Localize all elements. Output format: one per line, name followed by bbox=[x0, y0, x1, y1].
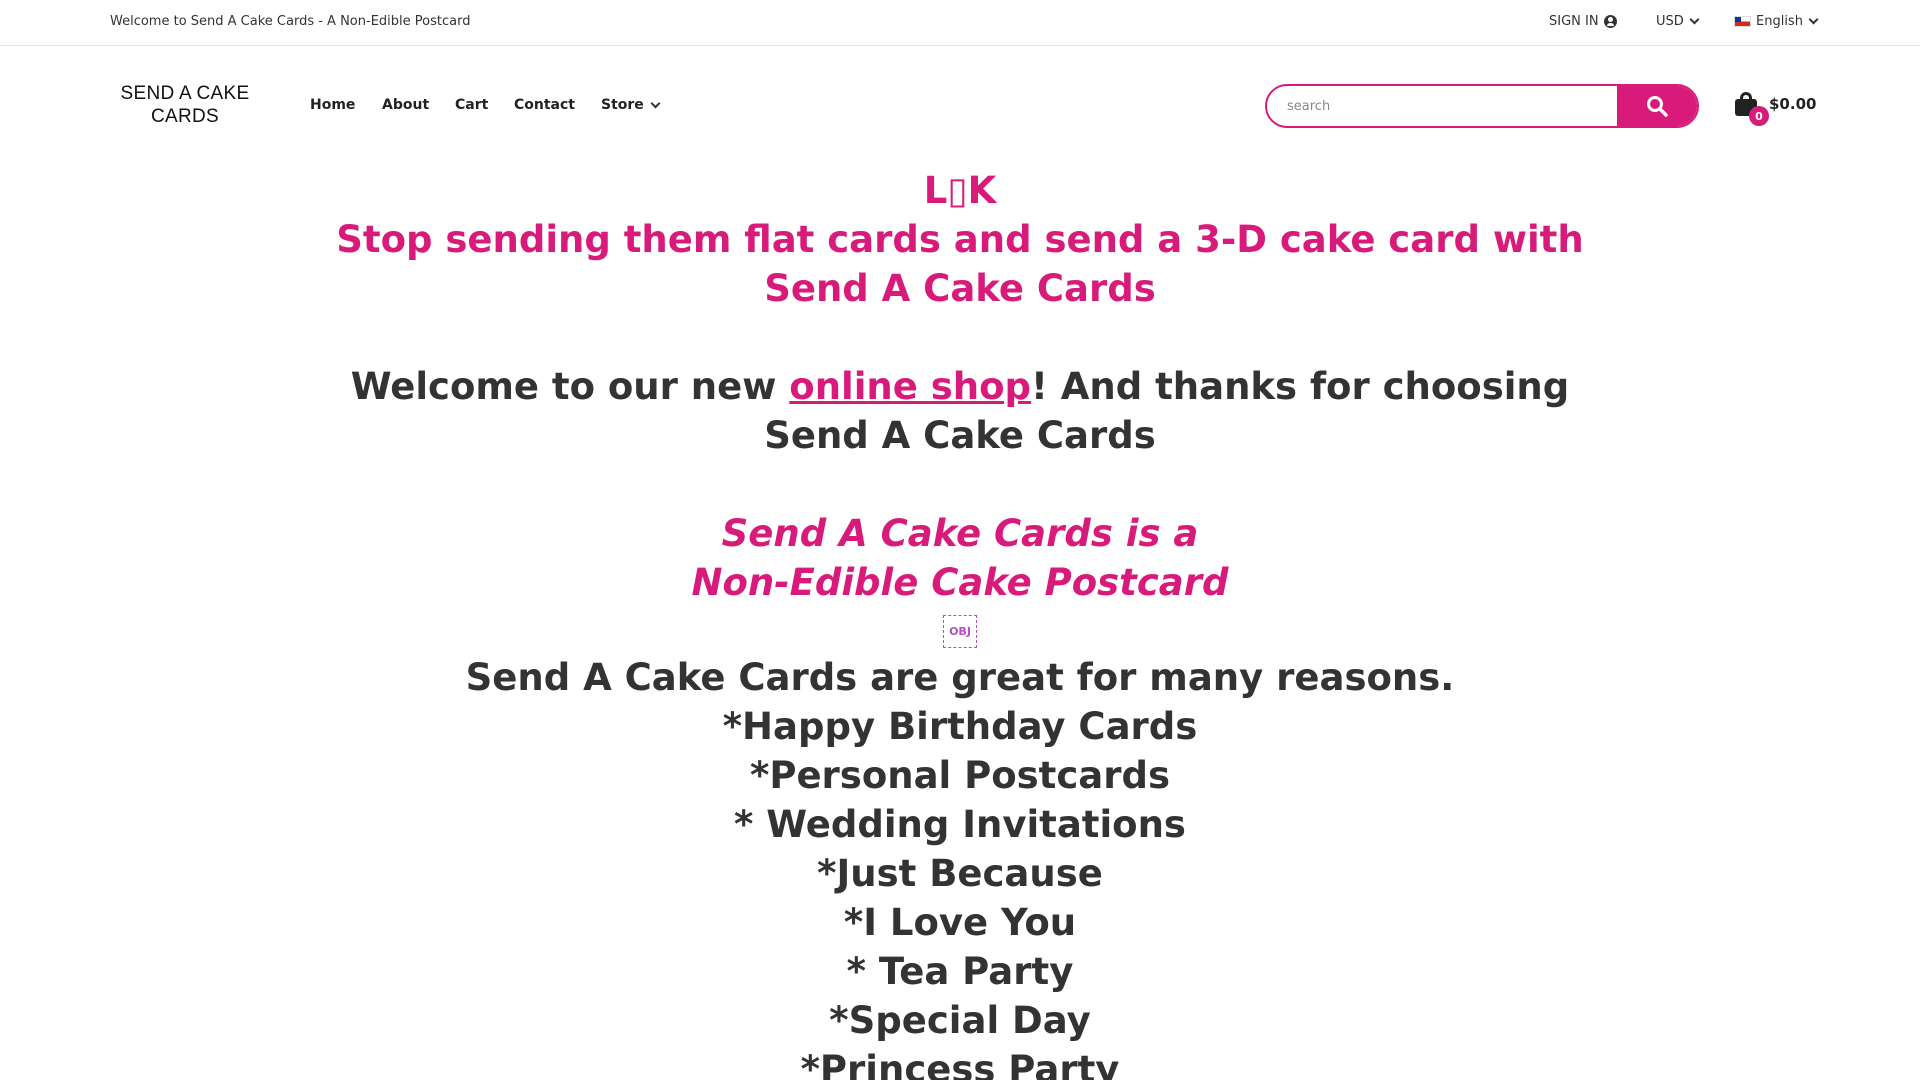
reason-item: * Wedding Invitations bbox=[734, 803, 1186, 846]
search-icon bbox=[1647, 96, 1668, 117]
look-heading: L▯K bbox=[923, 169, 997, 212]
chevron-down-icon bbox=[1689, 14, 1700, 25]
nav-contact[interactable]: Contact bbox=[514, 97, 575, 113]
sign-in-label: SIGN IN bbox=[1549, 14, 1599, 29]
welcome-line-1: Welcome to our new online shop! And than… bbox=[0, 362, 1920, 411]
logo-line-1: SEND A CAKE bbox=[120, 83, 250, 104]
cart-total: $0.00 bbox=[1769, 95, 1817, 113]
chevron-down-icon bbox=[650, 98, 661, 108]
search-input[interactable] bbox=[1267, 86, 1617, 126]
chevron-down-icon bbox=[1808, 14, 1819, 25]
online-shop-link[interactable]: online shop bbox=[789, 365, 1031, 408]
reason-item: *Special Day bbox=[829, 999, 1091, 1042]
reason-item: *I Love You bbox=[843, 901, 1077, 944]
shopping-bag-icon: 0 bbox=[1735, 92, 1769, 126]
user-icon bbox=[1603, 15, 1617, 28]
nav-home[interactable]: Home bbox=[310, 97, 355, 113]
nav-about[interactable]: About bbox=[382, 97, 429, 113]
nav-cart[interactable]: Cart bbox=[455, 97, 488, 113]
currency-selector[interactable]: USD bbox=[1656, 14, 1700, 29]
mini-cart[interactable]: 0 $0.00 bbox=[1735, 92, 1817, 126]
language-selector[interactable]: English bbox=[1734, 14, 1819, 29]
reason-item: *Princess Party bbox=[800, 1048, 1120, 1080]
top-bar: Welcome to Send A Cake Cards - A Non-Edi… bbox=[0, 0, 1920, 46]
currency-label: USD bbox=[1656, 14, 1684, 29]
welcome-text-post: ! And thanks for choosing bbox=[1031, 365, 1570, 408]
welcome-text-pre: Welcome to our new bbox=[350, 365, 790, 408]
reason-item: * Tea Party bbox=[846, 950, 1074, 993]
welcome-message: Welcome to Send A Cake Cards - A Non-Edi… bbox=[110, 14, 471, 29]
is-a-line-2: Non-Edible Cake Postcard bbox=[691, 561, 1229, 604]
flag-icon bbox=[1734, 16, 1751, 27]
reasons-title: Send A Cake Cards are great for many rea… bbox=[465, 656, 1455, 699]
reason-item: *Just Because bbox=[817, 852, 1103, 895]
logo-line-2: CARDS bbox=[150, 106, 219, 127]
reason-item: *Happy Birthday Cards bbox=[722, 705, 1198, 748]
main-content: L▯K Stop sending them flat cards and sen… bbox=[0, 166, 1920, 1080]
search-button[interactable] bbox=[1617, 86, 1697, 126]
tagline-line-2: Send A Cake Cards bbox=[764, 267, 1156, 310]
embedded-object-placeholder: OBJ bbox=[943, 615, 977, 648]
reason-item: *Personal Postcards bbox=[749, 754, 1171, 797]
cart-count-badge: 0 bbox=[1749, 106, 1769, 126]
welcome-line-2: Send A Cake Cards bbox=[764, 414, 1156, 457]
search-bar bbox=[1265, 84, 1699, 128]
tagline-line-1: Stop sending them flat cards and send a … bbox=[336, 218, 1584, 261]
is-a-line-1: Send A Cake Cards is a bbox=[721, 512, 1199, 555]
nav-store[interactable]: Store bbox=[601, 97, 661, 113]
sign-in-link[interactable]: SIGN IN bbox=[1549, 14, 1617, 29]
site-logo[interactable]: SEND A CAKE CARDS bbox=[110, 82, 260, 128]
language-label: English bbox=[1756, 14, 1803, 29]
nav-store-label: Store bbox=[601, 97, 644, 113]
